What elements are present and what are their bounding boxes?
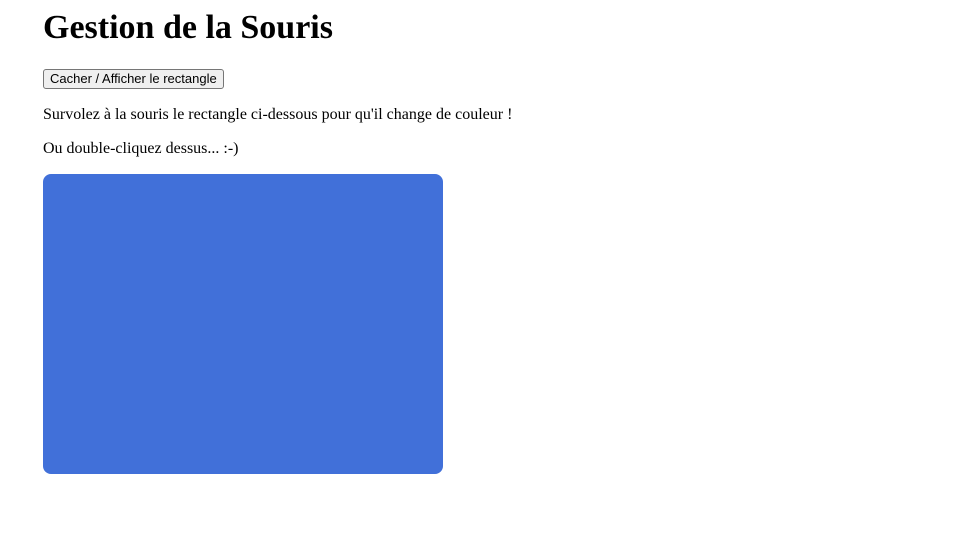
toggle-rectangle-button[interactable]: Cacher / Afficher le rectangle: [43, 69, 224, 89]
page-title: Gestion de la Souris: [43, 9, 333, 46]
page: Gestion de la Souris Cacher / Afficher l…: [0, 0, 977, 539]
hover-instruction-text: Survolez à la souris le rectangle ci-des…: [43, 106, 513, 123]
dblclick-instruction-text: Ou double-cliquez dessus... :-): [43, 140, 239, 157]
interactive-rectangle[interactable]: [43, 174, 443, 474]
